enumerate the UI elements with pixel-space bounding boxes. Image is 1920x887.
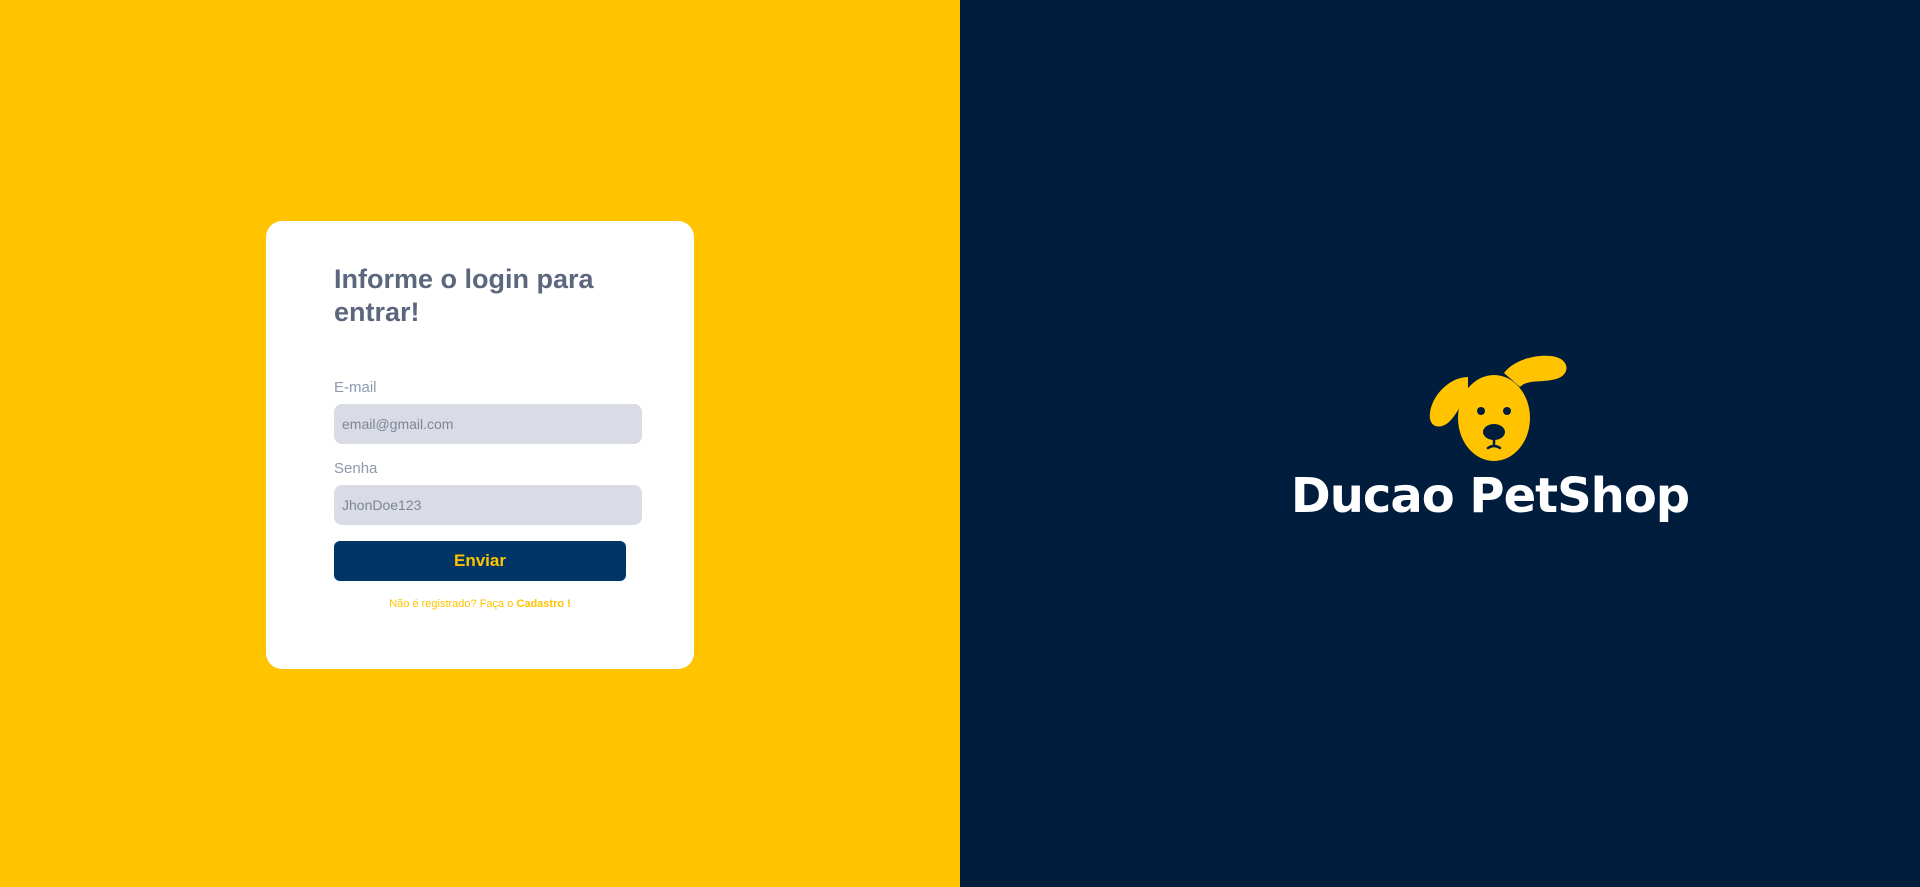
login-card: Informe o login para entrar! E-mail Senh… — [266, 221, 694, 669]
brand-name: Ducao PetShop — [1290, 468, 1690, 524]
right-panel: Ducao PetShop — [960, 0, 1920, 887]
password-label: Senha — [334, 460, 378, 477]
left-panel: Informe o login para entrar! E-mail Senh… — [0, 0, 960, 887]
dog-face-icon — [1429, 355, 1567, 461]
email-input[interactable] — [334, 404, 642, 444]
submit-button[interactable]: Enviar — [334, 541, 626, 581]
login-title: Informe o login para entrar! — [334, 264, 594, 327]
email-label: E-mail — [334, 379, 377, 396]
brand-logo: Ducao PetShop — [1260, 355, 1720, 535]
password-input[interactable] — [334, 485, 642, 525]
register-prompt: Não é registrado? Faça o — [389, 598, 517, 610]
register-line: Não é registrado? Faça o Cadastro ! — [334, 598, 626, 610]
login-page: Informe o login para entrar! E-mail Senh… — [0, 0, 1920, 887]
register-link[interactable]: Cadastro ! — [516, 598, 570, 610]
